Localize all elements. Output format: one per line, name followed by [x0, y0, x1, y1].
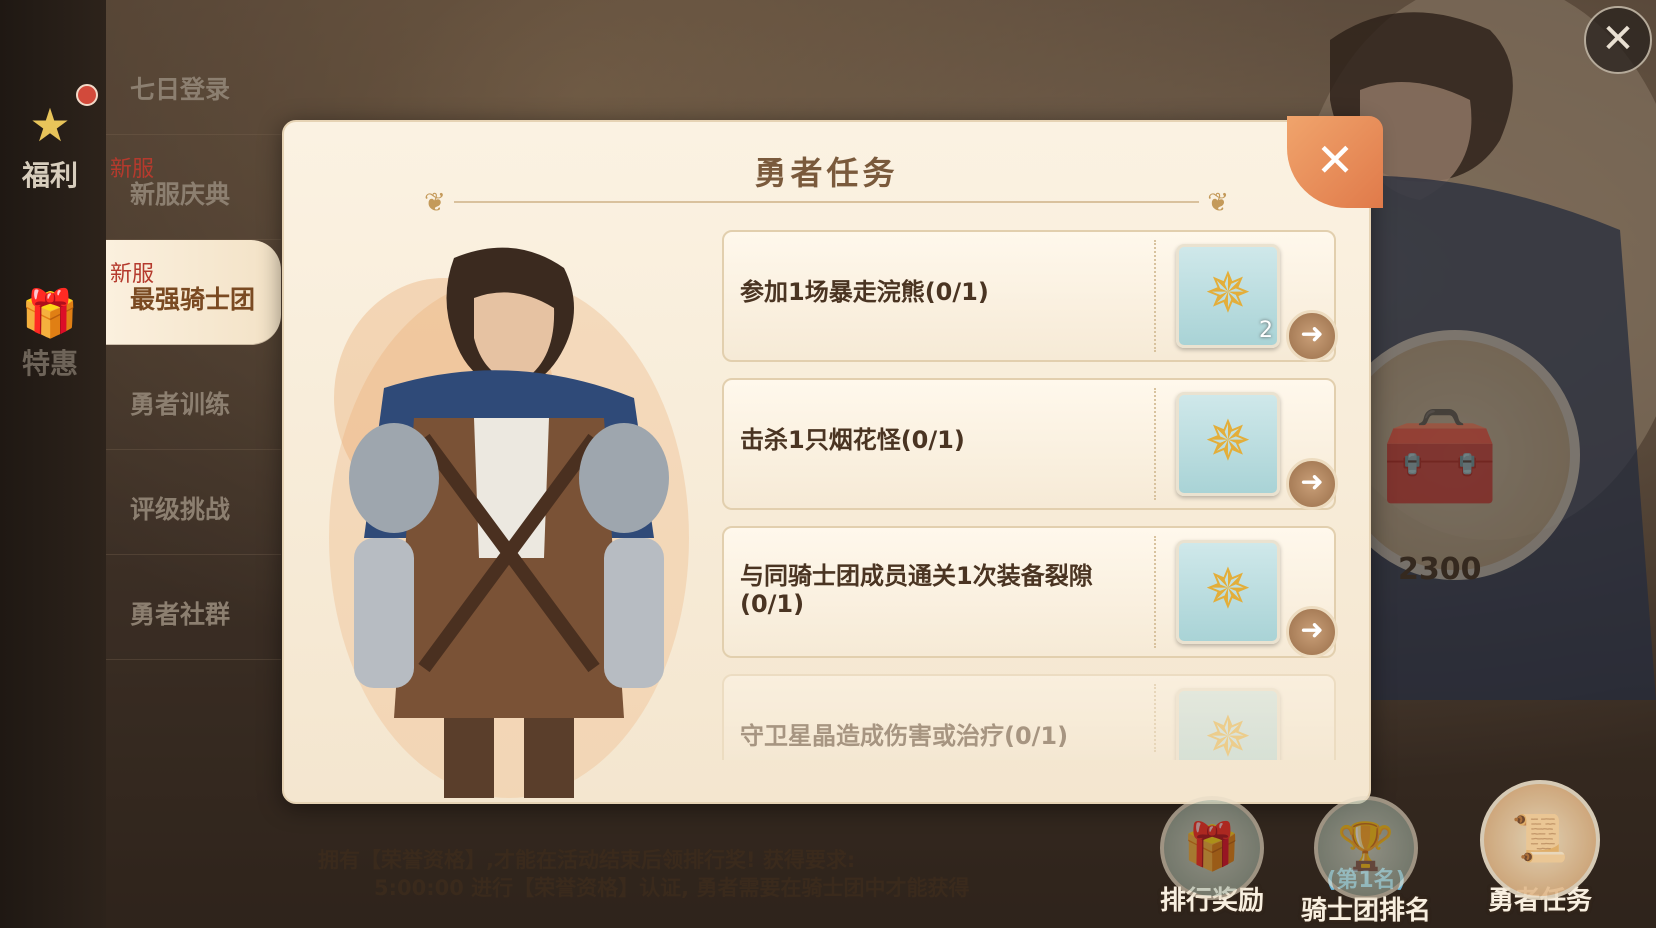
- gift-icon: 🎁: [21, 286, 79, 340]
- rail-welfare-label: 福利: [21, 159, 78, 192]
- honor-qualification-notice: 拥有【荣誉资格】,才能在活动结束后领排行奖! 获得要求: 5:00:00 进行【…: [318, 846, 1118, 902]
- reward-count: 2: [1259, 318, 1273, 343]
- task-text: 参加1场暴走浣熊(0/1): [740, 278, 989, 306]
- rail-deals-label: 特惠: [21, 347, 78, 380]
- menu-item-rating-challenge[interactable]: 评级挑战: [106, 450, 281, 555]
- close-dialog-button[interactable]: ✕: [1287, 116, 1383, 208]
- menu-item-label: 评级挑战: [130, 495, 231, 524]
- menu-item-strongest-knights[interactable]: 新服 最强骑士团: [106, 240, 281, 345]
- rail-item-welfare[interactable]: ★ 福利: [0, 100, 100, 194]
- gift-icon: 🎁: [1160, 796, 1264, 900]
- emblem-icon: ✵: [1204, 705, 1252, 760]
- go-button[interactable]: ➜: [1286, 458, 1338, 510]
- hero-task-button[interactable]: 📜 勇者任务: [1470, 780, 1610, 917]
- hero-portrait: [329, 247, 689, 798]
- menu-item-label: 勇者训练: [130, 390, 231, 419]
- divider: [1154, 684, 1156, 752]
- reward-item[interactable]: ✵: [1176, 688, 1280, 760]
- divider: [1154, 388, 1156, 500]
- task-card: 击杀1只烟花怪(0/1) ✵ ➜: [722, 378, 1338, 510]
- menu-item-label: 七日登录: [130, 75, 231, 104]
- menu-item-hero-community[interactable]: 勇者社群: [106, 555, 281, 660]
- guild-rank-button[interactable]: 🏆 (第1名) 骑士团排名: [1296, 796, 1436, 927]
- notice-line-1: 拥有【荣誉资格】,才能在活动结束后领排行奖! 获得要求:: [318, 848, 856, 872]
- reward-item[interactable]: ✵: [1176, 392, 1280, 496]
- close-page-button[interactable]: ✕: [1584, 6, 1652, 74]
- task-text: 与同骑士团成员通关1次装备裂隙(0/1): [740, 562, 1093, 618]
- reward-item[interactable]: ✵: [1176, 540, 1280, 644]
- emblem-icon: ✵: [1204, 557, 1252, 622]
- task-card: 与同骑士团成员通关1次装备裂隙(0/1) ✵ ➜: [722, 526, 1338, 658]
- divider: [1154, 536, 1156, 648]
- go-button[interactable]: ➜: [1286, 606, 1338, 658]
- menu-item-label: 新服庆典: [130, 180, 231, 209]
- title-divider: [454, 201, 1199, 203]
- task-text: 守卫星晶造成伤害或治疗(0/1): [740, 722, 1069, 750]
- rail-item-deals[interactable]: 🎁 特惠: [0, 288, 100, 382]
- rank-reward-button[interactable]: 🎁 排行奖励: [1142, 796, 1282, 917]
- task-text: 击杀1只烟花怪(0/1): [740, 426, 965, 454]
- star-icon: ★: [29, 98, 71, 152]
- scroll-icon: 📜: [1480, 780, 1600, 900]
- hero-task-dialog: 勇者任务 ❦ ❦ ✕ 参加1场暴走浣熊(0/1) ✵ 2 ➜ 击杀1只烟花怪(0…: [282, 116, 1383, 804]
- left-rail: ★ 福利 🎁 特惠: [0, 0, 106, 928]
- notice-line-2: 5:00:00 进行【荣誉资格】认证, 勇者需要在骑士团中才能获得: [374, 876, 970, 900]
- go-button[interactable]: ➜: [1286, 310, 1338, 362]
- notification-dot: [76, 84, 98, 106]
- trophy-icon: 🏆: [1314, 796, 1418, 900]
- divider: [1154, 240, 1156, 352]
- menu-item-hero-training[interactable]: 勇者训练: [106, 345, 281, 450]
- menu-item-seven-day-login[interactable]: 七日登录: [106, 30, 281, 135]
- task-card: 守卫星晶造成伤害或治疗(0/1) ✵: [722, 674, 1336, 760]
- reward-item[interactable]: ✵ 2: [1176, 244, 1280, 348]
- menu-item-label: 勇者社群: [130, 600, 231, 629]
- ornament-right-icon: ❦: [1207, 188, 1229, 218]
- ornament-left-icon: ❦: [424, 188, 446, 218]
- menu-item-new-server-celebration[interactable]: 新服 新服庆典: [106, 135, 281, 240]
- menu-item-label: 最强骑士团: [130, 285, 256, 314]
- task-card: 参加1场暴走浣熊(0/1) ✵ 2 ➜: [722, 230, 1338, 362]
- activity-menu: 七日登录 新服 新服庆典 新服 最强骑士团 勇者训练 评级挑战 勇者社群: [106, 30, 281, 660]
- emblem-icon: ✵: [1204, 409, 1252, 474]
